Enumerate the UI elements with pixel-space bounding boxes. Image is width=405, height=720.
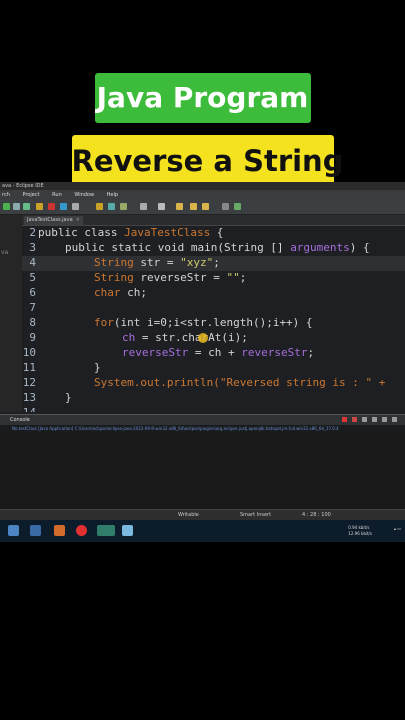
line-number: 12 (22, 376, 36, 389)
start-icon[interactable] (8, 525, 19, 536)
build-icon[interactable] (120, 203, 127, 210)
open-folder-icon[interactable] (36, 203, 43, 210)
line-number: 6 (29, 286, 36, 299)
code-line-9: ch = str.charAt(i); (122, 331, 248, 344)
pin-console-icon[interactable] (382, 417, 387, 422)
menu-project[interactable]: Project (22, 192, 39, 198)
explorer-label: va (1, 249, 9, 256)
tab-javatestclass[interactable]: JavaTestClass.java × (24, 216, 83, 225)
remove-launch-icon[interactable] (352, 417, 357, 422)
line-number: 3 (29, 241, 36, 254)
forward-arrow-icon[interactable] (202, 203, 209, 210)
code-line-5: String reverseStr = ""; (94, 271, 247, 284)
opera-icon[interactable] (76, 525, 87, 536)
menu-bar: rch Project Run Window Help (0, 190, 405, 200)
network-down: 12.96 kbit/s (348, 531, 372, 536)
nav-icon[interactable] (158, 203, 165, 210)
package-explorer[interactable]: va (0, 215, 23, 412)
terminate-icon[interactable] (342, 417, 347, 422)
perspective-icon[interactable] (140, 203, 147, 210)
tab-label: JavaTestClass.java (27, 217, 73, 223)
obs-icon[interactable] (97, 525, 115, 536)
save-icon[interactable] (13, 203, 20, 210)
line-number: 9 (29, 331, 36, 344)
line-number: 8 (29, 316, 36, 329)
line-number: 5 (29, 271, 36, 284)
code-line-4: String str = "xyz"; (94, 256, 220, 269)
code-line-12: System.out.println("Reversed string is :… (94, 376, 386, 389)
code-line-2: public class JavaTestClass { (38, 226, 224, 239)
line-number: 10 (22, 346, 36, 359)
search-icon[interactable] (72, 203, 79, 210)
new-icon[interactable] (3, 203, 10, 210)
debug-icon[interactable] (23, 203, 30, 210)
console-output[interactable] (0, 433, 405, 509)
tools-icon[interactable] (108, 203, 115, 210)
bookmark-icon[interactable] (176, 203, 183, 210)
app-icon[interactable] (122, 525, 133, 536)
line-number: 11 (22, 361, 36, 374)
window-icon[interactable] (234, 203, 241, 210)
menu-run[interactable]: Run (52, 192, 62, 198)
menu-window[interactable]: Window (74, 192, 94, 198)
run-icon[interactable] (60, 203, 67, 210)
title-java-program: Java Program (94, 73, 311, 123)
console-terminated-line: No.testClass [Java Application] C:\Users… (0, 425, 405, 433)
stop-icon[interactable] (48, 203, 55, 210)
code-line-13: } (65, 391, 72, 404)
eclipse-ide-window: ava - Eclipse IDE rch Project Run Window… (0, 182, 405, 542)
mouse-cursor-highlight (198, 333, 208, 343)
code-editor[interactable]: 2 3 4 5 6 7 8 9 10 11 12 13 14 public cl… (22, 226, 405, 412)
code-line-10: reverseStr = ch + reverseStr; (122, 346, 315, 359)
clear-console-icon[interactable] (362, 417, 367, 422)
network-speed: 0.94 kbit/s 12.96 kbit/s (348, 525, 372, 537)
code-line-11: } (94, 361, 101, 374)
scroll-lock-icon[interactable] (372, 417, 377, 422)
title-reverse-a-string: Reverse a String (71, 135, 343, 187)
editor-tab-bar: JavaTestClass.java × (22, 215, 405, 226)
toolbar (0, 200, 405, 215)
code-line-8: for(int i=0;i<str.length();i++) { (94, 316, 313, 329)
line-number: 4 (29, 256, 36, 269)
layout-icon[interactable] (222, 203, 229, 210)
menu-help[interactable]: Help (107, 192, 118, 198)
back-arrow-icon[interactable] (190, 203, 197, 210)
eclipse-icon[interactable] (54, 525, 65, 536)
edit-icon[interactable] (96, 203, 103, 210)
console-tab-bar: Console (0, 414, 405, 425)
line-number: 7 (29, 301, 36, 314)
code-line-6: char ch; (94, 286, 147, 299)
search-icon[interactable] (30, 525, 41, 536)
close-icon[interactable]: × (76, 217, 80, 223)
window-title: ava - Eclipse IDE (0, 182, 405, 190)
code-line-3: public static void main(String [] argume… (65, 241, 370, 254)
windows-taskbar: 0.94 kbit/s 12.96 kbit/s ▴ ▭ (0, 520, 405, 542)
line-number: 13 (22, 391, 36, 404)
tab-console[interactable]: Console (10, 416, 30, 425)
line-number: 14 (22, 406, 36, 412)
menu-search[interactable]: rch (2, 192, 10, 198)
line-number: 2 (29, 226, 36, 239)
console-menu-icon[interactable] (392, 417, 397, 422)
tray-icons[interactable]: ▴ ▭ (394, 526, 401, 531)
